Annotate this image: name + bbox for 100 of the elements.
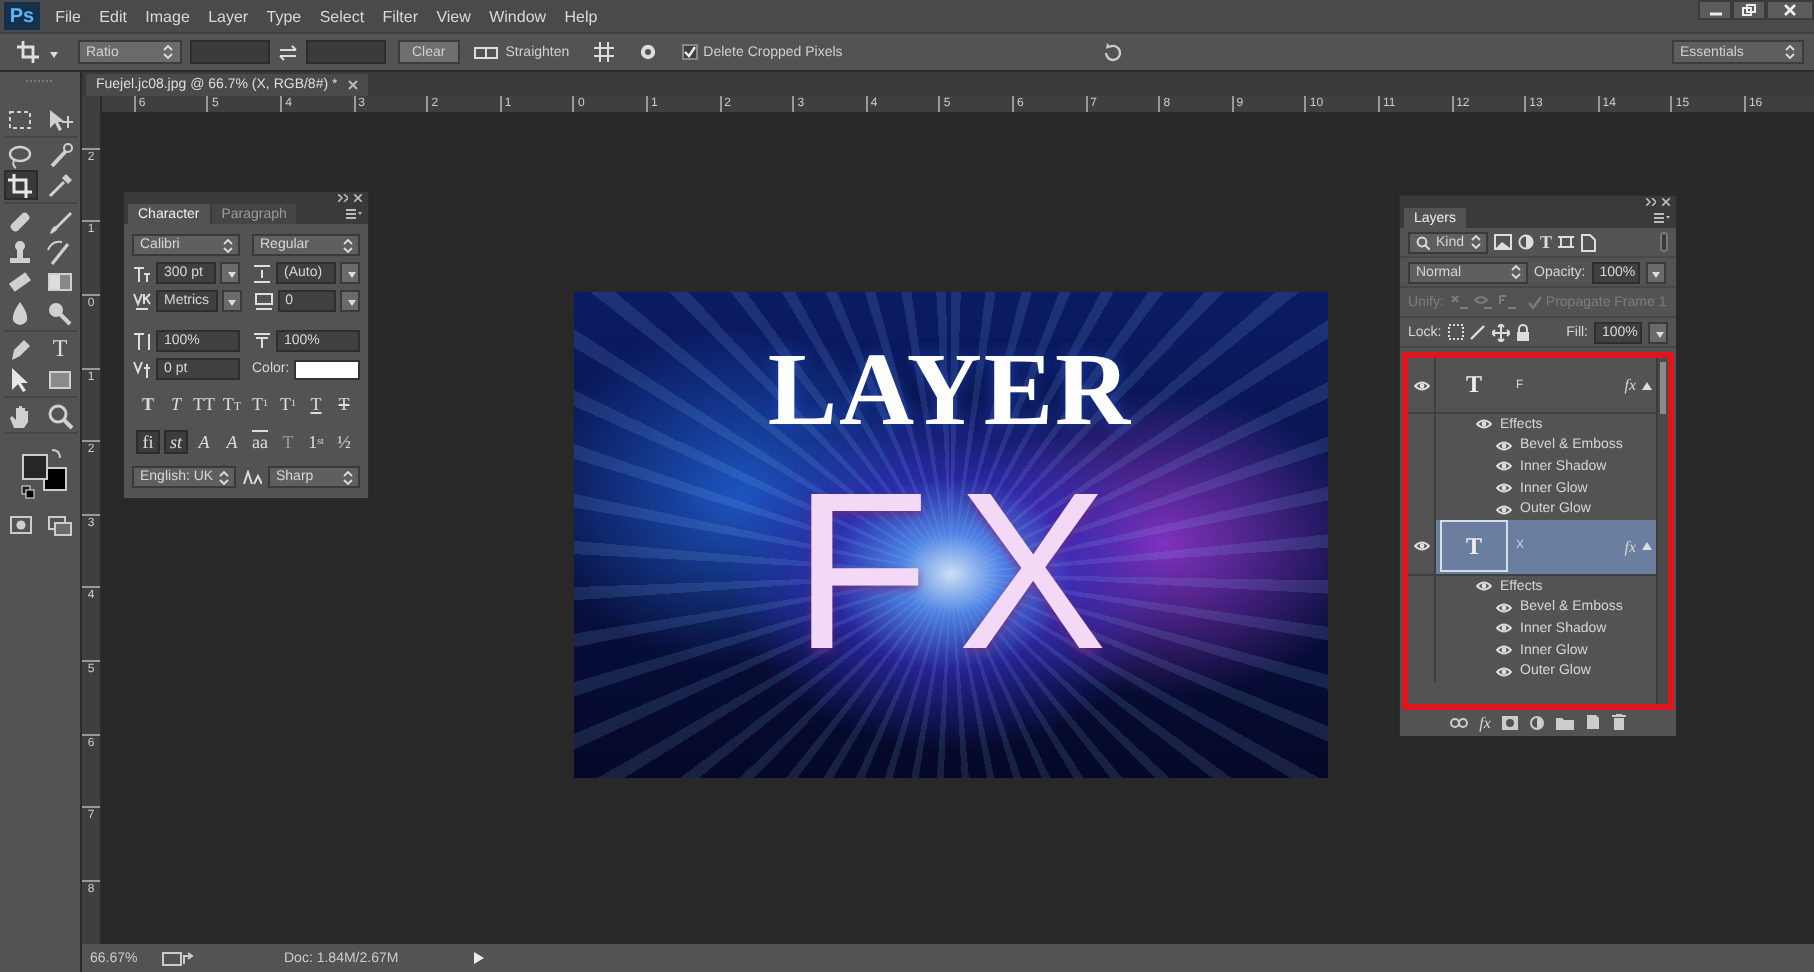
half-circle-icon[interactable] [1518, 234, 1534, 250]
brush-icon[interactable] [1469, 324, 1486, 340]
kerning-icon [132, 291, 152, 311]
dropdown-button[interactable] [1648, 321, 1668, 343]
grid-icon[interactable] [593, 42, 614, 62]
link-icon[interactable] [1449, 717, 1468, 727]
minimize-button[interactable] [1698, 0, 1732, 20]
menu-item[interactable]: Filter [373, 7, 428, 25]
shape-filter-icon[interactable] [1558, 234, 1575, 250]
menu-item[interactable]: File [46, 7, 91, 25]
menu-item[interactable]: Layer [198, 7, 258, 25]
share-icon[interactable] [162, 951, 194, 965]
type-tool-button[interactable]: T [43, 334, 77, 365]
restore-icon [1742, 4, 1756, 16]
type-style-button[interactable]: TT [192, 392, 216, 416]
checkbox[interactable] [681, 44, 698, 60]
restore-button[interactable] [1732, 0, 1766, 20]
crop-tool-button[interactable] [3, 170, 37, 201]
scrollbar-thumb[interactable] [1660, 362, 1666, 414]
mask-icon[interactable] [1502, 715, 1519, 729]
expand-caret-icon[interactable] [1642, 381, 1652, 389]
lock-icon[interactable] [1515, 323, 1530, 341]
type-style-button[interactable]: T$^{1}$ [248, 392, 272, 416]
type-style-button[interactable]: Tt [220, 392, 244, 416]
scrollbar[interactable] [1656, 358, 1668, 704]
type-style-button[interactable]: st [164, 430, 188, 454]
collapse-icon[interactable] [1646, 198, 1656, 206]
menu-item[interactable]: Window [480, 7, 556, 25]
menu-item[interactable]: View [427, 7, 480, 25]
lock-pixels-icon[interactable] [1447, 324, 1464, 340]
type-style-button[interactable]: T [164, 392, 188, 416]
width-field[interactable] [190, 40, 270, 64]
dropdown-button[interactable] [1645, 261, 1666, 283]
swap-icon[interactable] [278, 43, 298, 61]
color-swatch[interactable] [293, 359, 360, 379]
menu-item[interactable]: Type [257, 7, 311, 25]
dropdown-button[interactable] [220, 262, 240, 284]
folder-icon[interactable] [1556, 715, 1575, 729]
dropdown-button[interactable] [340, 262, 360, 284]
eye-icon[interactable] [1496, 482, 1512, 495]
eye-icon[interactable] [1496, 460, 1512, 473]
dropdown-button[interactable] [340, 290, 360, 312]
eye-icon[interactable] [1413, 540, 1429, 553]
type-style-button[interactable]: T [136, 392, 160, 416]
eye-icon[interactable] [1476, 418, 1492, 431]
reset-icon[interactable] [1102, 41, 1125, 63]
menu-item[interactable]: Select [310, 7, 374, 25]
lasso-tool-button[interactable] [3, 140, 37, 170]
eye-icon[interactable] [1496, 503, 1512, 516]
dodge-tool-button[interactable] [43, 298, 77, 329]
eye-icon[interactable] [1496, 622, 1512, 635]
smart-object-icon[interactable] [1580, 233, 1597, 251]
caret-icon[interactable] [48, 47, 58, 57]
panel-menu-icon[interactable] [346, 208, 362, 220]
dropdown-button[interactable] [221, 290, 242, 312]
adjustment-icon[interactable] [1530, 715, 1545, 729]
menu-item[interactable]: Edit [90, 7, 137, 25]
screen-mode-icon[interactable] [47, 516, 71, 537]
type-style-button[interactable]: ½ [332, 430, 356, 454]
menu-arrow-icon[interactable] [474, 952, 484, 964]
panel-menu-icon[interactable] [1654, 212, 1670, 224]
filter-toggle[interactable] [1660, 232, 1668, 252]
close-icon[interactable] [347, 80, 358, 90]
image-filter-icon[interactable] [1494, 234, 1512, 250]
type-style-button[interactable]: aa [248, 430, 272, 454]
eye-icon[interactable] [1496, 644, 1512, 657]
type-style-button[interactable]: A [220, 430, 244, 454]
quick-mask-icon[interactable] [9, 516, 31, 535]
eye-icon[interactable] [1496, 665, 1512, 678]
caret-icon [222, 237, 234, 253]
type-style-button[interactable]: fi [136, 430, 160, 454]
eye-icon[interactable] [1496, 601, 1512, 614]
eye-icon[interactable] [1476, 580, 1492, 593]
menu-item[interactable]: Help [555, 7, 607, 25]
eye-icon[interactable] [1413, 379, 1429, 391]
trash-icon[interactable] [1612, 714, 1627, 730]
crop-icon [6, 171, 34, 200]
type-style-button[interactable]: 1$^{st}$ [304, 430, 328, 454]
height-field[interactable] [306, 40, 386, 64]
close-icon[interactable] [354, 194, 362, 202]
expand-caret-icon[interactable] [1642, 542, 1652, 551]
eye-icon[interactable] [1496, 439, 1512, 452]
eyedrop-tool-button[interactable] [43, 170, 77, 201]
collapse-icon[interactable] [338, 194, 348, 202]
fx-label: fx [1624, 537, 1636, 556]
caret-icon [345, 296, 355, 306]
menu-item[interactable]: Image [136, 7, 199, 25]
close-button[interactable] [1766, 0, 1814, 20]
new-layer-icon[interactable] [1586, 714, 1601, 730]
move-icon[interactable] [1491, 323, 1510, 341]
type-style-button[interactable]: T [304, 392, 328, 416]
add-style-button[interactable]: fx [1479, 713, 1491, 731]
gear-icon[interactable] [637, 42, 658, 62]
type-style-button[interactable]: T [332, 392, 356, 416]
type-style-button[interactable]: A [192, 430, 216, 454]
zoom-tool-button[interactable] [43, 400, 77, 431]
type-filter-button[interactable]: T [1540, 232, 1553, 252]
vertical-scale-icon [132, 331, 152, 351]
crop-icon[interactable] [16, 40, 40, 64]
close-icon[interactable] [1662, 198, 1670, 206]
